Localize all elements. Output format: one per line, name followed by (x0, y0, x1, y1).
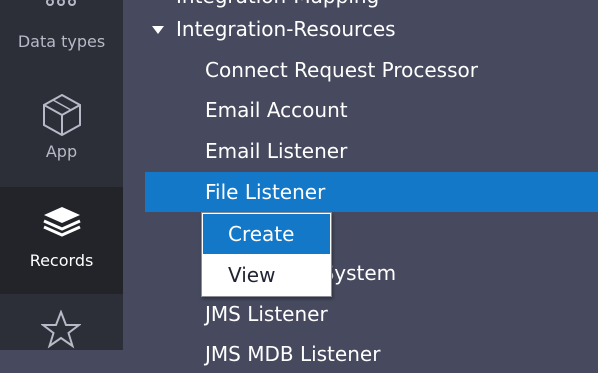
tree-item-email-listener[interactable]: Email Listener (123, 132, 598, 170)
tree-item-jms-listener[interactable]: JMS Listener (123, 295, 598, 333)
nav-favorites[interactable] (0, 294, 123, 350)
context-menu-view-label: View (228, 263, 276, 287)
caret-down-icon[interactable] (152, 26, 164, 34)
context-menu-create-label: Create (228, 222, 295, 246)
tree-group-label: Integration-Resources (176, 17, 396, 41)
nav-app-label: App (45, 142, 78, 161)
nav-data-types-label: Data types (17, 32, 106, 51)
context-menu-view[interactable]: View (203, 255, 330, 295)
tree-item-file-listener[interactable]: File Listener (123, 172, 598, 212)
left-nav-rail: Data types App Records (0, 0, 123, 350)
tree-item-label: Connect Request Processor (205, 58, 478, 82)
tree-item-label: JMS MDB Listener (205, 342, 381, 366)
nav-records[interactable]: Records (0, 187, 123, 294)
nav-app[interactable]: App (0, 75, 123, 185)
layers-icon (43, 207, 81, 237)
context-menu-create[interactable]: Create (203, 214, 330, 254)
nav-data-types[interactable]: Data types (0, 0, 123, 75)
nav-records-label: Records (29, 251, 94, 270)
tree-item-label: JMS Listener (205, 302, 328, 326)
star-icon (41, 310, 81, 349)
tree-item-label: File Listener (205, 180, 326, 204)
tree-item-integration-system[interactable]: Integration System (123, 254, 598, 292)
tree-item-label: Email Account (205, 98, 348, 122)
records-tree: Integration-Mapping Integration-Resource… (123, 0, 598, 366)
cube-icon (43, 93, 81, 136)
tree-item-connect-request-processor[interactable]: Connect Request Processor (123, 51, 598, 89)
tree-item-label: Email Listener (205, 139, 348, 163)
tree-item-email-account[interactable]: Email Account (123, 91, 598, 129)
tree-group-integration-resources[interactable]: Integration-Resources (123, 10, 598, 48)
tree-item-jms-mdb-listener[interactable]: JMS MDB Listener (123, 335, 598, 373)
context-menu: Create View (201, 212, 332, 297)
grid-dots-icon (46, 0, 76, 6)
